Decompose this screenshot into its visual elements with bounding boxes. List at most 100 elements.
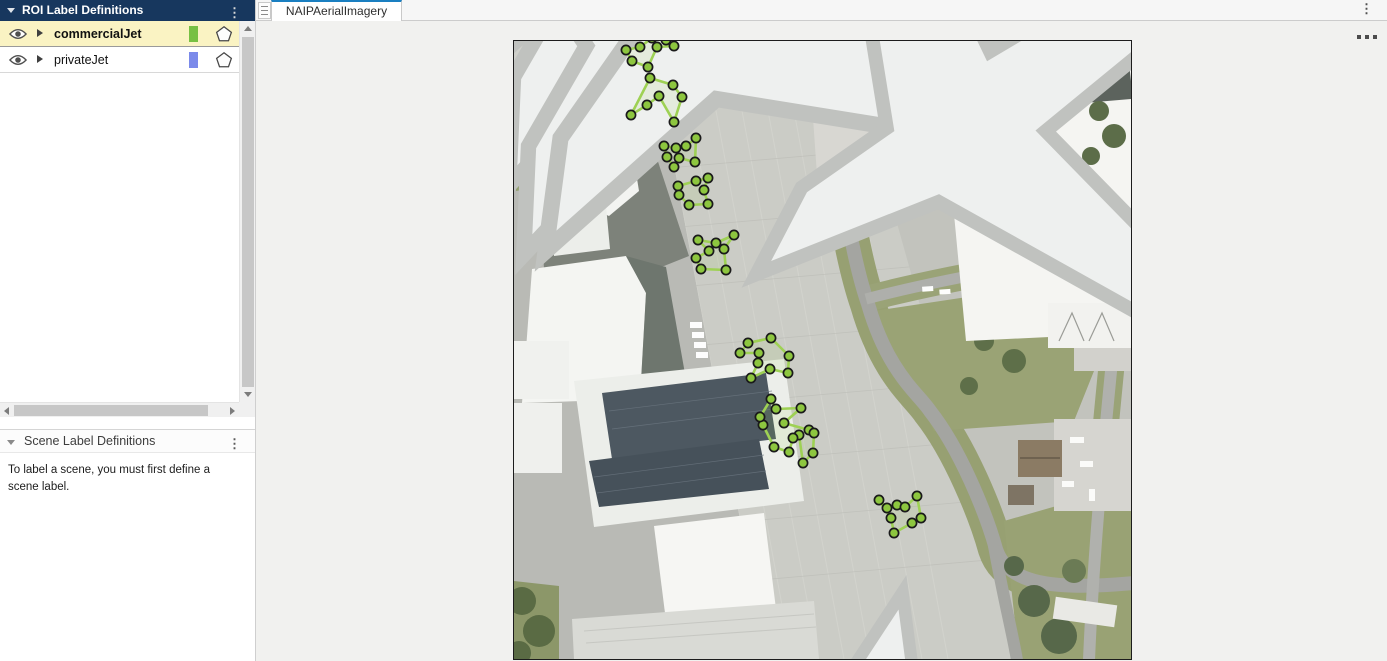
roi-vertex[interactable] bbox=[808, 448, 817, 457]
roi-vertex[interactable] bbox=[645, 73, 654, 82]
aerial-imagery[interactable] bbox=[514, 41, 1131, 659]
roi-vertex[interactable] bbox=[652, 42, 661, 51]
vertical-scrollbar[interactable] bbox=[239, 21, 255, 402]
roi-vertex[interactable] bbox=[681, 141, 690, 150]
ellipsis-icon[interactable] bbox=[1353, 33, 1379, 41]
roi-vertex[interactable] bbox=[642, 100, 651, 109]
roi-vertex[interactable] bbox=[654, 91, 663, 100]
roi-vertex[interactable] bbox=[635, 42, 644, 51]
roi-vertex[interactable] bbox=[669, 117, 678, 126]
scene-panel-title: Scene Label Definitions bbox=[24, 430, 155, 453]
roi-vertex[interactable] bbox=[765, 364, 774, 373]
caret-right-icon[interactable] bbox=[37, 29, 43, 37]
roi-vertex[interactable] bbox=[900, 502, 909, 511]
scene-panel-hint: To label a scene, you must first define … bbox=[0, 458, 246, 499]
roi-vertex[interactable] bbox=[669, 41, 678, 50]
roi-label-row-commercialJet[interactable]: commercialJet bbox=[0, 21, 239, 47]
roi-vertex[interactable] bbox=[769, 442, 778, 451]
roi-vertex[interactable] bbox=[907, 518, 916, 527]
roi-vertex[interactable] bbox=[674, 153, 683, 162]
roi-vertex[interactable] bbox=[755, 412, 764, 421]
kebab-menu-icon[interactable]: ⋮ bbox=[228, 432, 241, 455]
eye-icon[interactable] bbox=[9, 54, 27, 66]
scene-label-definitions-header[interactable]: Scene Label Definitions ⋮ bbox=[0, 430, 255, 453]
roi-vertex[interactable] bbox=[691, 176, 700, 185]
roi-vertex[interactable] bbox=[690, 157, 699, 166]
roi-vertex[interactable] bbox=[696, 264, 705, 273]
caret-right-icon[interactable] bbox=[37, 55, 43, 63]
roi-vertex[interactable] bbox=[766, 333, 775, 342]
horizontal-scrollbar[interactable] bbox=[0, 402, 239, 417]
roi-vertex[interactable] bbox=[671, 143, 680, 152]
roi-vertex[interactable] bbox=[691, 133, 700, 142]
scroll-left-arrow-icon[interactable] bbox=[4, 407, 9, 415]
roi-color-swatch[interactable] bbox=[189, 26, 198, 42]
roi-vertex[interactable] bbox=[766, 394, 775, 403]
roi-vertex[interactable] bbox=[784, 447, 793, 456]
roi-vertex[interactable] bbox=[754, 348, 763, 357]
horizontal-scrollbar-thumb[interactable] bbox=[14, 405, 208, 416]
roi-vertex[interactable] bbox=[886, 513, 895, 522]
roi-color-swatch[interactable] bbox=[189, 52, 198, 68]
roi-vertex[interactable] bbox=[668, 80, 677, 89]
image-canvas bbox=[256, 21, 1387, 661]
collapse-triangle-down-icon[interactable] bbox=[7, 8, 15, 13]
roi-vertex[interactable] bbox=[627, 56, 636, 65]
roi-vertex[interactable] bbox=[783, 368, 792, 377]
roi-vertex[interactable] bbox=[889, 528, 898, 537]
roi-vertex[interactable] bbox=[753, 358, 762, 367]
eye-icon[interactable] bbox=[9, 28, 27, 40]
scroll-up-arrow-icon[interactable] bbox=[244, 26, 252, 31]
roi-vertex[interactable] bbox=[796, 403, 805, 412]
roi-vertex[interactable] bbox=[882, 503, 891, 512]
collapse-triangle-down-icon[interactable] bbox=[7, 440, 15, 445]
roi-vertex[interactable] bbox=[659, 141, 668, 150]
aerial-image-frame[interactable] bbox=[513, 40, 1132, 660]
roi-vertex[interactable] bbox=[912, 491, 921, 500]
main-area: NAIPAerialImagery ⋮ bbox=[256, 0, 1387, 661]
roi-vertex[interactable] bbox=[771, 404, 780, 413]
pentagon-roi-icon[interactable] bbox=[215, 25, 233, 43]
document-bar-icon[interactable] bbox=[258, 2, 271, 19]
roi-vertex[interactable] bbox=[788, 433, 797, 442]
roi-vertex[interactable] bbox=[673, 181, 682, 190]
roi-vertex[interactable] bbox=[719, 244, 728, 253]
scroll-right-arrow-icon[interactable] bbox=[230, 407, 235, 415]
roi-vertex[interactable] bbox=[809, 428, 818, 437]
roi-vertex[interactable] bbox=[703, 199, 712, 208]
roi-vertex[interactable] bbox=[721, 265, 730, 274]
roi-vertex[interactable] bbox=[674, 190, 683, 199]
roi-label-definitions-header[interactable]: ROI Label Definitions ⋮ bbox=[0, 0, 255, 21]
kebab-menu-icon[interactable]: ⋮ bbox=[1360, 1, 1373, 17]
tab-naipaerialimagery[interactable]: NAIPAerialImagery bbox=[271, 0, 402, 21]
roi-label-name: commercialJet bbox=[54, 27, 142, 41]
roi-vertex[interactable] bbox=[874, 495, 883, 504]
roi-vertex[interactable] bbox=[711, 238, 720, 247]
roi-vertex[interactable] bbox=[684, 200, 693, 209]
roi-vertex[interactable] bbox=[784, 351, 793, 360]
roi-vertex[interactable] bbox=[743, 338, 752, 347]
roi-label-name: privateJet bbox=[54, 53, 108, 67]
roi-vertex[interactable] bbox=[779, 418, 788, 427]
vertical-scrollbar-thumb[interactable] bbox=[242, 37, 254, 387]
roi-vertex[interactable] bbox=[669, 162, 678, 171]
roi-vertex[interactable] bbox=[677, 92, 686, 101]
roi-vertex[interactable] bbox=[626, 110, 635, 119]
roi-vertex[interactable] bbox=[691, 253, 700, 262]
kebab-menu-icon[interactable]: ⋮ bbox=[228, 2, 241, 23]
roi-vertex[interactable] bbox=[729, 230, 738, 239]
roi-vertex[interactable] bbox=[643, 62, 652, 71]
roi-label-row-privateJet[interactable]: privateJet bbox=[0, 47, 239, 73]
roi-vertex[interactable] bbox=[916, 513, 925, 522]
roi-vertex[interactable] bbox=[621, 45, 630, 54]
roi-vertex[interactable] bbox=[704, 246, 713, 255]
roi-vertex[interactable] bbox=[693, 235, 702, 244]
roi-vertex[interactable] bbox=[662, 152, 671, 161]
roi-vertex[interactable] bbox=[699, 185, 708, 194]
roi-vertex[interactable] bbox=[746, 373, 755, 382]
roi-vertex[interactable] bbox=[735, 348, 744, 357]
roi-vertex[interactable] bbox=[798, 458, 807, 467]
pentagon-roi-icon[interactable] bbox=[215, 51, 233, 69]
scroll-down-arrow-icon[interactable] bbox=[244, 392, 252, 397]
roi-vertex[interactable] bbox=[703, 173, 712, 182]
